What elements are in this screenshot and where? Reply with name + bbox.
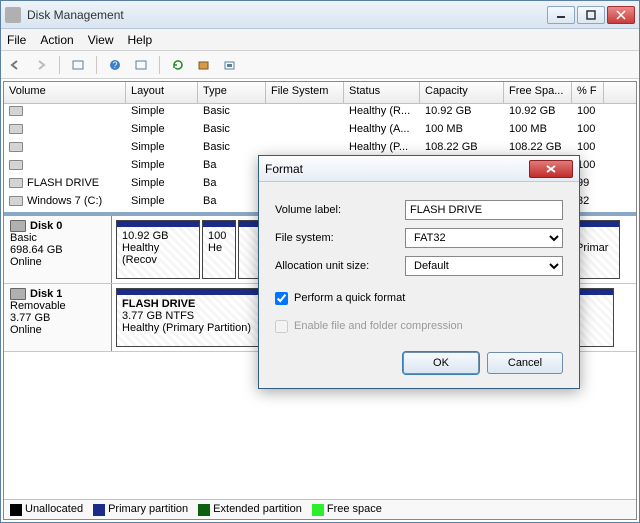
volume-row[interactable]: SimpleBasicHealthy (A...100 MB100 MB100 (4, 122, 636, 140)
back-button[interactable] (5, 55, 25, 75)
ok-button[interactable]: OK (403, 352, 479, 374)
dialog-close-button[interactable] (529, 160, 573, 178)
drive-icon (9, 124, 23, 134)
partition-color-bar (203, 221, 235, 227)
close-button[interactable] (607, 6, 635, 24)
col-volume[interactable]: Volume (4, 82, 126, 103)
partition[interactable]: 100He (202, 220, 236, 279)
disk-icon (10, 288, 26, 300)
toolbar: ? (1, 51, 639, 79)
toolbar-separator (96, 56, 97, 74)
col-layout[interactable]: Layout (126, 82, 198, 103)
dialog-titlebar: Format (259, 156, 579, 182)
drive-icon (9, 160, 23, 170)
col-capacity[interactable]: Capacity (420, 82, 504, 103)
volume-row[interactable]: SimpleBasicHealthy (R...10.92 GB10.92 GB… (4, 104, 636, 122)
drive-icon (9, 178, 23, 188)
col-percent[interactable]: % F (572, 82, 604, 103)
col-free[interactable]: Free Spa... (504, 82, 572, 103)
allocation-select[interactable]: Default (405, 256, 563, 276)
toolbar-separator (159, 56, 160, 74)
compression-label: Enable file and folder compression (294, 320, 463, 332)
volume-list-header: Volume Layout Type File System Status Ca… (4, 82, 636, 104)
refresh-icon[interactable] (168, 55, 188, 75)
legend-swatch-free (312, 504, 324, 516)
disk-icon (10, 220, 26, 232)
partition[interactable]: 10.92 GBHealthy (Recov (116, 220, 200, 279)
legend-swatch-extended (198, 504, 210, 516)
app-icon (5, 7, 21, 23)
volume-label-input[interactable] (405, 200, 563, 220)
forward-button[interactable] (31, 55, 51, 75)
minimize-button[interactable] (547, 6, 575, 24)
legend-unallocated: Unallocated (10, 503, 83, 515)
dialog-title: Format (265, 162, 529, 176)
toolbar-separator (59, 56, 60, 74)
volume-label-label: Volume label: (275, 204, 405, 216)
toolbar-icon-1[interactable] (68, 55, 88, 75)
filesystem-select[interactable]: FAT32 (405, 228, 563, 248)
quick-format-row: Perform a quick format (275, 288, 563, 308)
allocation-label: Allocation unit size: (275, 260, 405, 272)
compression-row: Enable file and folder compression (275, 316, 563, 336)
drive-icon (9, 196, 23, 206)
format-dialog: Format Volume label: File system: FAT32 … (258, 155, 580, 389)
toolbar-icon-3[interactable] (194, 55, 214, 75)
col-type[interactable]: Type (198, 82, 266, 103)
svg-text:?: ? (112, 60, 117, 70)
menubar: File Action View Help (1, 29, 639, 51)
legend-free: Free space (312, 503, 382, 515)
maximize-button[interactable] (577, 6, 605, 24)
quick-format-label: Perform a quick format (294, 292, 405, 304)
partition-color-bar (117, 221, 199, 227)
drive-icon (9, 142, 23, 152)
filesystem-label: File system: (275, 232, 405, 244)
cancel-button[interactable]: Cancel (487, 352, 563, 374)
dialog-buttons: OK Cancel (259, 342, 579, 388)
disk-info[interactable]: Disk 0Basic698.64 GBOnline (4, 216, 112, 283)
toolbar-icon-2[interactable] (131, 55, 151, 75)
legend: Unallocated Primary partition Extended p… (4, 499, 636, 519)
legend-swatch-primary (93, 504, 105, 516)
quick-format-checkbox[interactable] (275, 292, 288, 305)
drive-icon (9, 106, 23, 116)
menu-help[interactable]: Help (128, 33, 153, 47)
dialog-body: Volume label: File system: FAT32 Allocat… (259, 182, 579, 342)
col-filesystem[interactable]: File System (266, 82, 344, 103)
menu-action[interactable]: Action (40, 33, 73, 47)
menu-file[interactable]: File (7, 33, 26, 47)
legend-extended: Extended partition (198, 503, 302, 515)
col-status[interactable]: Status (344, 82, 420, 103)
help-icon[interactable]: ? (105, 55, 125, 75)
window-title: Disk Management (27, 8, 545, 22)
toolbar-icon-4[interactable] (220, 55, 240, 75)
compression-checkbox (275, 320, 288, 333)
legend-primary: Primary partition (93, 503, 188, 515)
titlebar: Disk Management (1, 1, 639, 29)
disk-info[interactable]: Disk 1Removable3.77 GBOnline (4, 284, 112, 351)
menu-view[interactable]: View (88, 33, 114, 47)
legend-swatch-unallocated (10, 504, 22, 516)
